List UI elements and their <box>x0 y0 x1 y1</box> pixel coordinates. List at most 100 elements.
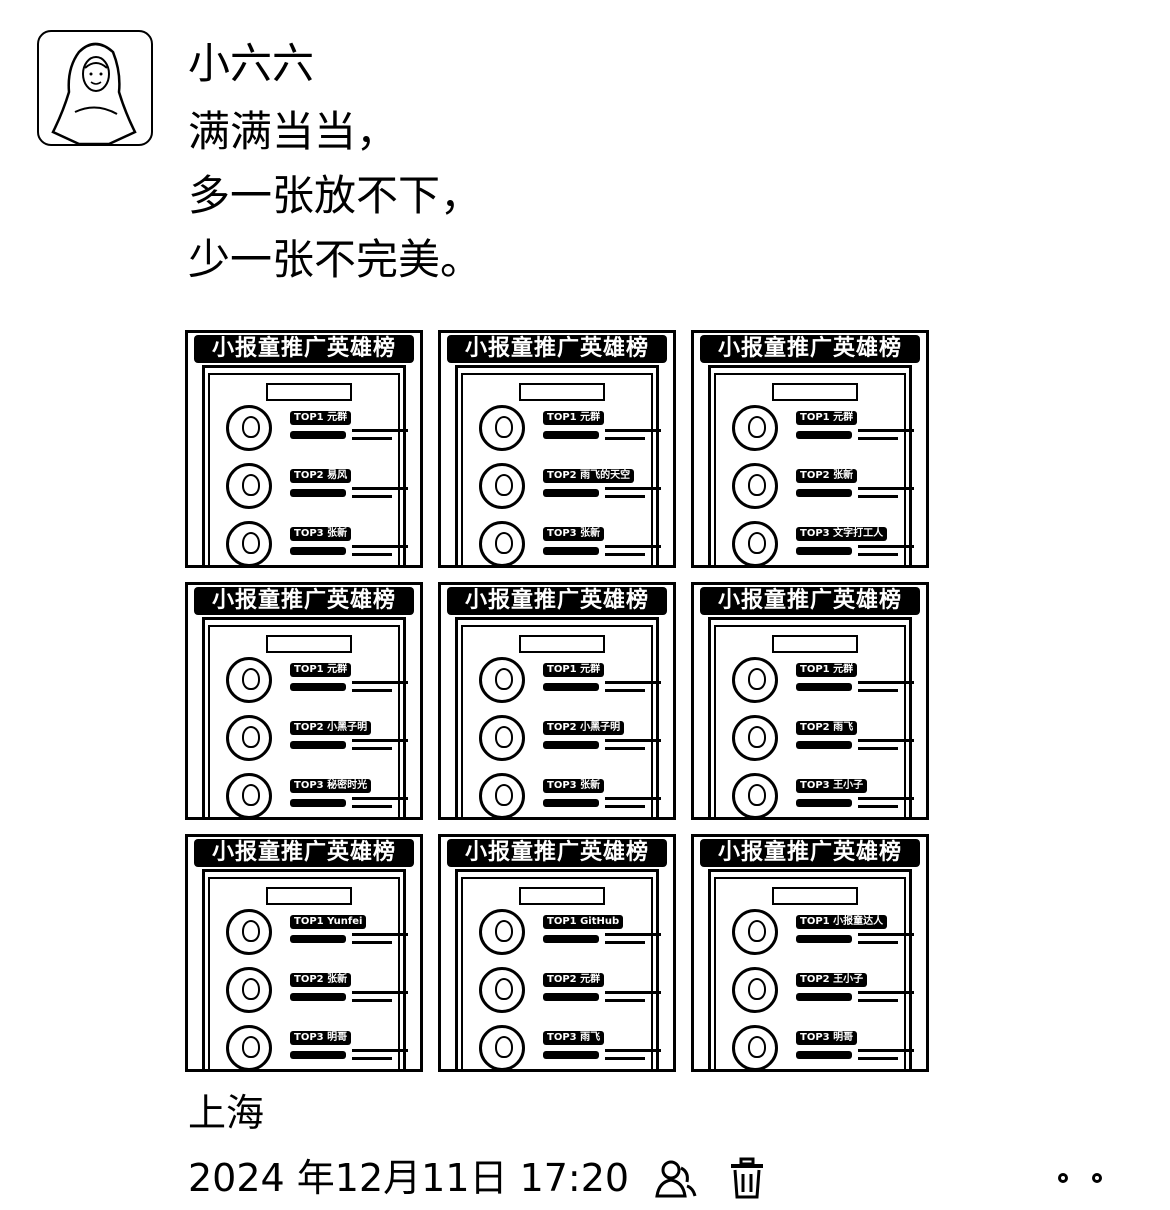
rank-bar <box>796 741 852 749</box>
rank-bar <box>796 1051 852 1059</box>
rank-line <box>605 999 645 1002</box>
more-dot <box>1092 1173 1102 1183</box>
rank-line <box>352 747 392 750</box>
rank-entry: TOP2 雨飞的天空 <box>479 463 661 509</box>
rank-label: TOP1 元群 <box>796 411 858 425</box>
rank-avatar <box>479 715 525 761</box>
post-text-line: 多一张放不下， <box>188 171 483 220</box>
rank-line <box>605 495 645 498</box>
rank-line <box>605 545 661 548</box>
rank-line <box>605 1049 661 1052</box>
date-tag <box>519 887 605 905</box>
rank-entry: TOP3 雨飞 <box>479 1025 661 1069</box>
rank-line <box>352 437 392 440</box>
date-tag <box>772 887 858 905</box>
tile-title: 小报童推广英雄榜 <box>194 839 414 867</box>
rank-label: TOP2 元群 <box>543 973 605 987</box>
rank-avatar <box>732 521 778 565</box>
more-icon[interactable] <box>1058 1165 1102 1191</box>
rank-entry: TOP3 明哥 <box>226 1025 408 1069</box>
rank-line <box>352 487 408 490</box>
rank-avatar <box>479 521 525 565</box>
image-thumbnail[interactable]: 小报童推广英雄榜 TOP1 元群 TOP2 雨飞 TOP3 王小子 <box>691 582 929 820</box>
date-tag <box>772 383 858 401</box>
rank-avatar <box>226 715 272 761</box>
rank-entry: TOP2 元群 <box>479 967 661 1013</box>
author-name[interactable]: 小六六 <box>188 34 314 94</box>
rank-label: TOP2 张新 <box>290 973 352 987</box>
rank-entry: TOP2 王小子 <box>732 967 914 1013</box>
rank-entry: TOP2 小黑子明 <box>226 715 408 761</box>
tile-title: 小报童推广英雄榜 <box>447 839 667 867</box>
rank-bar <box>543 799 599 807</box>
rank-entry: TOP2 张新 <box>226 967 408 1013</box>
rank-avatar <box>479 1025 525 1069</box>
rank-line <box>352 941 392 944</box>
rank-avatar <box>226 909 272 955</box>
rank-label: TOP2 雨飞 <box>796 721 858 735</box>
image-thumbnail[interactable]: 小报童推广英雄榜 TOP1 元群 TOP2 雨飞的天空 TOP3 张新 <box>438 330 676 568</box>
rank-label: TOP1 元群 <box>543 411 605 425</box>
rank-avatar <box>732 715 778 761</box>
rank-line <box>605 689 645 692</box>
rank-avatar <box>479 405 525 451</box>
rank-entry: TOP3 秘密时光 <box>226 773 408 817</box>
rank-avatar <box>732 405 778 451</box>
rank-line <box>858 805 898 808</box>
rank-line <box>858 933 914 936</box>
rank-label: TOP3 秘密时光 <box>290 779 372 793</box>
like-icon[interactable] <box>652 1155 698 1201</box>
rank-entry: TOP1 元群 <box>732 657 914 703</box>
date-tag <box>266 887 352 905</box>
post-text-line: 少一张不完美。 <box>188 235 483 284</box>
trash-icon[interactable] <box>724 1155 770 1201</box>
image-thumbnail[interactable]: 小报童推广英雄榜 TOP1 元群 TOP2 张新 TOP3 文字打工人 <box>691 330 929 568</box>
rank-bar <box>290 431 346 439</box>
rank-label: TOP2 小黑子明 <box>290 721 372 735</box>
rank-line <box>858 487 914 490</box>
rank-avatar <box>479 967 525 1013</box>
rank-label: TOP2 王小子 <box>796 973 868 987</box>
rank-entry: TOP3 张新 <box>479 521 661 565</box>
rank-line <box>352 739 408 742</box>
rank-label: TOP3 张新 <box>290 527 352 541</box>
image-thumbnail[interactable]: 小报童推广英雄榜 TOP1 元群 TOP2 小黑子明 TOP3 秘密时光 <box>185 582 423 820</box>
rank-line <box>352 681 408 684</box>
rank-entry: TOP3 张新 <box>479 773 661 817</box>
rank-avatar <box>732 909 778 955</box>
image-thumbnail[interactable]: 小报童推广英雄榜 TOP1 Yunfei TOP2 张新 TOP3 明哥 <box>185 834 423 1072</box>
rank-avatar <box>732 463 778 509</box>
rank-bar <box>290 799 346 807</box>
rank-line <box>352 1049 408 1052</box>
rank-label: TOP3 明哥 <box>290 1031 352 1045</box>
rank-bar <box>543 489 599 497</box>
image-thumbnail[interactable]: 小报童推广英雄榜 TOP1 元群 TOP2 易风 TOP3 张新 <box>185 330 423 568</box>
location-label[interactable]: 上海 <box>188 1085 264 1141</box>
tile-title: 小报童推广英雄榜 <box>700 587 920 615</box>
rank-avatar <box>226 463 272 509</box>
tile-title: 小报童推广英雄榜 <box>700 839 920 867</box>
image-grid: 小报童推广英雄榜 TOP1 元群 TOP2 易风 TOP3 张新 小报童推广英雄榜 TOP… <box>185 330 929 1072</box>
rank-bar <box>543 1051 599 1059</box>
image-thumbnail[interactable]: 小报童推广英雄榜 TOP1 GitHub TOP2 元群 TOP3 雨飞 <box>438 834 676 1072</box>
post-text: 满满当当， 多一张放不下， 少一张不完美。 <box>188 100 482 292</box>
date-tag <box>266 383 352 401</box>
author-avatar[interactable] <box>37 30 153 146</box>
rank-line <box>858 495 898 498</box>
rank-line <box>352 797 408 800</box>
image-thumbnail[interactable]: 小报童推广英雄榜 TOP1 小报童达人 TOP2 王小子 TOP3 明哥 <box>691 834 929 1072</box>
tile-title: 小报童推广英雄榜 <box>447 335 667 363</box>
rank-avatar <box>479 463 525 509</box>
rank-line <box>352 429 408 432</box>
rank-line <box>352 999 392 1002</box>
rank-entry: TOP2 小黑子明 <box>479 715 661 761</box>
post-timestamp: 2024 年12月11日 17:20 <box>188 1156 630 1200</box>
rank-line <box>605 1057 645 1060</box>
image-thumbnail[interactable]: 小报童推广英雄榜 TOP1 元群 TOP2 小黑子明 TOP3 张新 <box>438 582 676 820</box>
rank-avatar <box>226 967 272 1013</box>
rank-entry: TOP1 GitHub <box>479 909 661 955</box>
rank-entry: TOP1 元群 <box>479 405 661 451</box>
rank-bar <box>796 683 852 691</box>
rank-avatar <box>732 773 778 817</box>
tile-title: 小报童推广英雄榜 <box>447 587 667 615</box>
